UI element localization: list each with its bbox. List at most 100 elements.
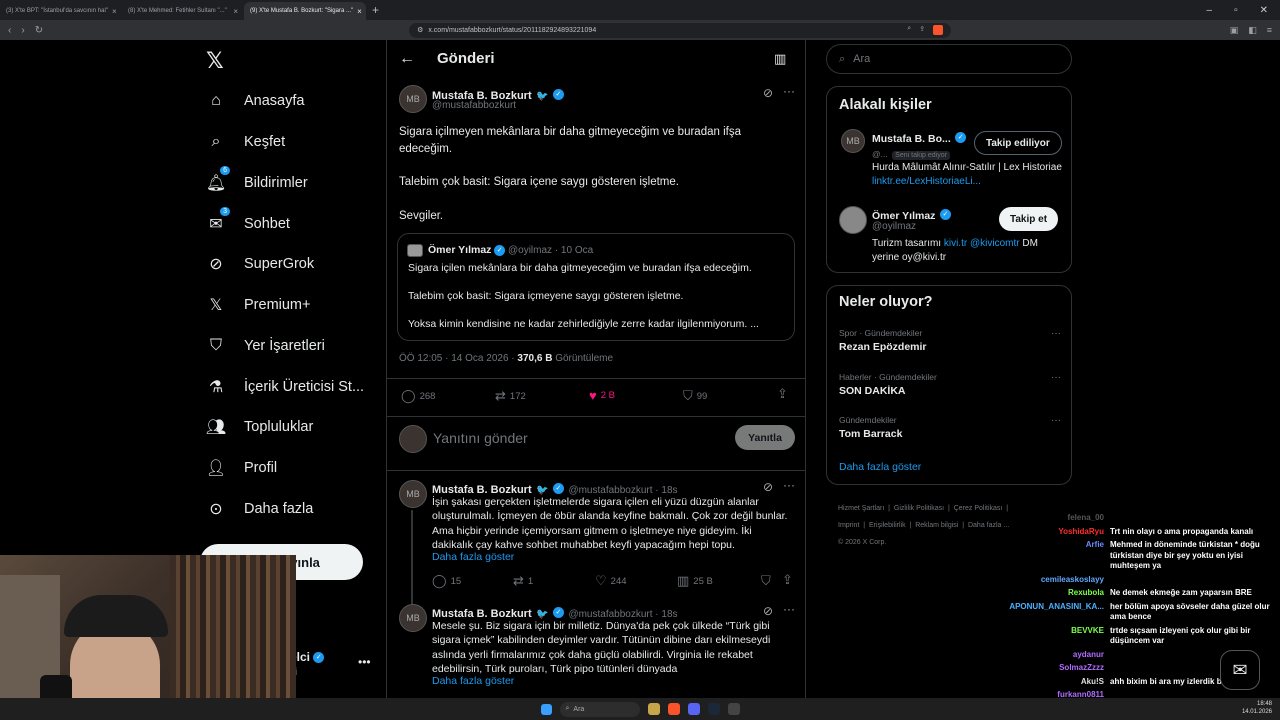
browser-tab[interactable]: (3) X'te BPT: "İstanbul'da savcının hal"… — [0, 2, 122, 20]
like-button[interactable]: ♥ 2 B — [589, 388, 615, 403]
chat-username[interactable]: BEVVKE — [980, 626, 1104, 647]
chat-username[interactable]: felena_00 — [980, 513, 1104, 524]
chat-username[interactable]: APONUN_ANASINI_KA... — [980, 602, 1104, 623]
nav-item[interactable]: 👤︎ Profil — [204, 453, 277, 483]
more-icon[interactable]: ··· — [1051, 372, 1061, 383]
avatar[interactable] — [839, 206, 867, 234]
more-icon[interactable]: ··· — [783, 478, 795, 492]
nav-item[interactable]: 🔔︎ 6 Bildirimler — [204, 166, 308, 198]
reply-input[interactable]: Yanıtını gönder — [433, 430, 528, 446]
nav-item[interactable]: ⚗ İçerik Üreticisi St... — [204, 372, 364, 402]
close-icon[interactable]: × — [112, 7, 117, 16]
nav-item[interactable]: ⛉ Yer İşaretleri — [204, 331, 325, 361]
new-tab-icon[interactable]: + — [372, 3, 379, 17]
bio-link[interactable]: linktr.ee/LexHistoriaeLi... — [872, 176, 981, 187]
trend-item[interactable]: Haberler · Gündemdekiler SON DAKİKA ··· — [839, 372, 1061, 397]
brave-shield-icon[interactable] — [933, 25, 944, 35]
show-more-link[interactable]: Daha fazla göster — [432, 675, 514, 687]
avatar[interactable]: MB — [399, 85, 427, 113]
zoom-icon[interactable]: ⌕ — [907, 25, 911, 35]
author-handle[interactable]: @mustafabbozkurt — [432, 100, 516, 111]
taskbar-search[interactable]: ⌕ Ara — [559, 701, 640, 717]
grok-icon[interactable]: ⊘ — [763, 480, 773, 494]
nav-item[interactable]: 𝕏 Premium+ — [204, 290, 311, 320]
quote-tweet[interactable]: Ömer Yılmaz ✓ @oyilmaz · 10 Oca Sigara i… — [397, 233, 795, 341]
reply-button[interactable]: ◯ 15 — [432, 573, 461, 589]
windows-start-icon[interactable] — [540, 703, 552, 715]
forward-icon[interactable]: › — [21, 25, 24, 36]
retweet-button[interactable]: ⇄ 1 — [513, 573, 533, 589]
extension-icon[interactable]: ▣ — [1230, 25, 1239, 36]
chat-username[interactable]: SolmazZzzz — [980, 663, 1104, 674]
file-explorer-icon[interactable] — [647, 703, 660, 715]
nav-item[interactable]: ⊙ Daha fazla — [204, 494, 313, 524]
chat-username[interactable]: Rexubola — [980, 588, 1104, 599]
like-button[interactable]: ♡ 244 — [595, 573, 627, 589]
minimize-icon[interactable]: – — [1207, 5, 1213, 16]
close-icon[interactable]: × — [233, 7, 238, 16]
following-button[interactable]: Takip ediliyor — [974, 131, 1062, 155]
tweet-time[interactable]: ÖÖ 12:05 · 14 Oca 2026 · — [399, 353, 515, 364]
trend-item[interactable]: Gündemdekiler Tom Barrack ··· — [839, 415, 1061, 440]
discord-icon[interactable] — [687, 703, 700, 715]
grok-icon[interactable]: ⊘ — [763, 604, 773, 618]
bio-link[interactable]: kivi.tr — [944, 238, 967, 249]
chat-username[interactable]: aydanur — [980, 650, 1104, 661]
steam-icon[interactable] — [707, 703, 720, 715]
footer-link[interactable]: Imprint — [838, 522, 859, 529]
bookmark-button[interactable]: ⛉ 99 — [683, 388, 707, 404]
nav-item[interactable]: 👥︎ Topluluklar — [204, 412, 313, 442]
retweet-button[interactable]: ⇄ 172 — [495, 388, 526, 404]
follow-button[interactable]: Takip et — [999, 207, 1059, 231]
account-more-icon[interactable]: ••• — [358, 655, 371, 669]
clock[interactable]: 18:48 14.01.2026 — [1242, 700, 1272, 716]
more-icon[interactable]: ··· — [783, 84, 795, 98]
footer-link[interactable]: Hizmet Şartları — [838, 505, 884, 512]
my-avatar[interactable] — [399, 425, 427, 453]
url-field[interactable]: ⚙ x.com/mustafabbozkurt/status/201118292… — [409, 22, 952, 38]
views-button[interactable]: ▥ 25 B — [677, 573, 713, 589]
more-icon[interactable]: ··· — [783, 602, 795, 616]
show-more-link[interactable]: Daha fazla göster — [839, 461, 921, 473]
nav-item[interactable]: ⌂ Anasayfa — [204, 86, 304, 116]
site-info-icon[interactable]: ⚙ — [417, 26, 423, 34]
reply-submit-button[interactable]: Yanıtla — [735, 425, 795, 450]
share-button[interactable]: ⇪ — [782, 572, 793, 588]
footer-link[interactable]: Reklam bilgisi — [915, 522, 958, 529]
bio-mention[interactable]: @kivicomtr — [967, 238, 1020, 249]
close-icon[interactable]: × — [357, 7, 362, 16]
browser-tab-active[interactable]: (9) X'te Mustafa B. Bozkurt: "Sigara ...… — [244, 2, 366, 20]
wallet-icon[interactable]: ◧ — [1248, 25, 1257, 36]
avatar[interactable]: MB — [841, 129, 865, 153]
show-more-link[interactable]: Daha fazla göster — [432, 551, 514, 563]
chat-username[interactable]: Aku!S — [980, 677, 1104, 688]
reader-icon[interactable]: ▥ — [774, 51, 786, 67]
more-icon[interactable]: ··· — [1051, 328, 1061, 339]
grok-icon[interactable]: ⊘ — [763, 86, 773, 100]
back-icon[interactable]: ‹ — [8, 25, 11, 36]
messages-fab-icon[interactable]: ✉ — [1220, 650, 1260, 690]
more-icon[interactable]: ··· — [1051, 415, 1061, 426]
share-icon[interactable]: ⇪ — [919, 25, 925, 35]
reload-icon[interactable]: ↻ — [35, 25, 43, 36]
maximize-icon[interactable]: ▫ — [1234, 5, 1238, 16]
browser-tab[interactable]: (8) X'te Mehmed: Fetihler Sultanı "..." × — [122, 2, 244, 20]
chat-username[interactable]: YoshidaRyu — [980, 527, 1104, 538]
nav-item[interactable]: ⊘ SuperGrok — [204, 249, 314, 279]
menu-icon[interactable]: ≡ — [1267, 25, 1272, 36]
footer-link[interactable]: Gizlilik Politikası — [894, 505, 944, 512]
avatar[interactable]: MB — [399, 604, 427, 632]
close-window-icon[interactable]: ✕ — [1260, 5, 1268, 16]
x-logo-icon[interactable]: 𝕏 — [206, 48, 224, 74]
share-button[interactable]: ⇪ — [777, 386, 788, 402]
footer-link[interactable]: Çerez Politikası — [954, 505, 1003, 512]
nav-item[interactable]: ✉ 3 Sohbet — [204, 207, 290, 239]
footer-link[interactable]: Erişilebilirlik — [869, 522, 906, 529]
obs-icon[interactable] — [727, 703, 740, 715]
bookmark-button[interactable]: ⛉ — [761, 573, 771, 589]
reply-button[interactable]: ◯ 268 — [401, 388, 435, 404]
chat-username[interactable]: cemileaskoslayy — [980, 575, 1104, 586]
back-arrow-icon[interactable]: ← — [399, 50, 415, 68]
nav-item[interactable]: ⌕ Keşfet — [204, 127, 286, 157]
avatar[interactable]: MB — [399, 480, 427, 508]
